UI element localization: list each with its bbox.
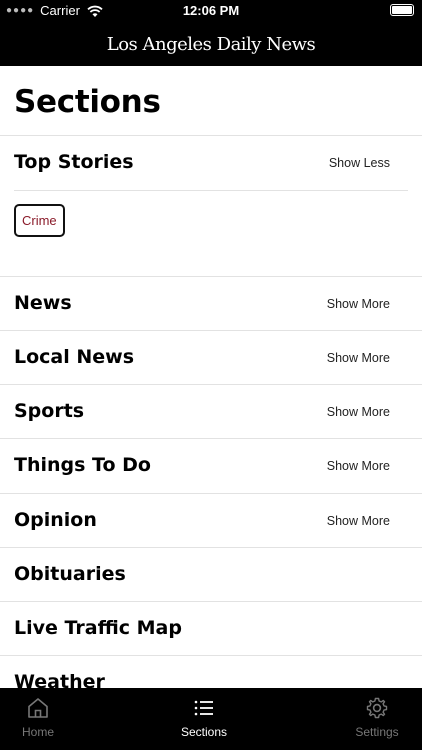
section-row-local-news[interactable]: Local News Show More xyxy=(0,331,422,385)
status-bar: ●●●● Carrier 12:06 PM xyxy=(0,0,422,22)
section-name: Top Stories xyxy=(14,151,134,173)
show-more-button[interactable]: Show More xyxy=(327,405,390,419)
section-row-top-stories[interactable]: Top Stories Show Less xyxy=(0,136,422,190)
show-more-button[interactable]: Show More xyxy=(327,459,390,473)
section-row-news[interactable]: News Show More xyxy=(0,277,422,331)
tab-bar: Home Sections Settings xyxy=(0,688,422,750)
section-name: Opinion xyxy=(14,509,97,531)
section-row-obituaries[interactable]: Obituaries xyxy=(0,548,422,602)
subsection-chip-crime[interactable]: Crime xyxy=(14,204,65,237)
tab-sections[interactable]: Sections xyxy=(164,696,244,739)
home-icon xyxy=(28,698,48,718)
section-row-weather[interactable]: Weather xyxy=(0,656,422,688)
show-less-button[interactable]: Show Less xyxy=(329,156,390,170)
status-time: 12:06 PM xyxy=(182,3,240,18)
tab-home[interactable]: Home xyxy=(0,696,78,739)
section-name: Weather xyxy=(14,671,105,688)
list-icon xyxy=(194,700,213,716)
page-title: Sections xyxy=(14,84,161,120)
section-row-sports[interactable]: Sports Show More xyxy=(0,385,422,439)
section-name: Sports xyxy=(14,400,85,422)
section-name: Things To Do xyxy=(14,454,151,476)
section-row-opinion[interactable]: Opinion Show More xyxy=(0,494,422,548)
sections-list[interactable]: Sections Top Stories Show Less Crime New… xyxy=(0,66,422,688)
show-more-button[interactable]: Show More xyxy=(327,297,390,311)
tab-label: Sections xyxy=(180,725,228,739)
tab-settings[interactable]: Settings xyxy=(337,696,417,739)
show-more-button[interactable]: Show More xyxy=(327,351,390,365)
section-row-live-traffic-map[interactable]: Live Traffic Map xyxy=(0,602,422,656)
show-more-button[interactable]: Show More xyxy=(327,514,390,528)
gear-icon xyxy=(366,697,388,719)
battery-icon xyxy=(390,4,414,16)
tab-label: Settings xyxy=(355,725,399,739)
section-name: News xyxy=(14,292,72,314)
section-row-things-to-do[interactable]: Things To Do Show More xyxy=(0,439,422,493)
section-name: Live Traffic Map xyxy=(14,617,182,639)
divider xyxy=(14,190,408,191)
tab-label: Home xyxy=(21,725,54,739)
section-name: Local News xyxy=(14,346,135,368)
masthead-logo: Los Angeles Daily News xyxy=(0,22,422,66)
section-name: Obituaries xyxy=(14,563,126,585)
